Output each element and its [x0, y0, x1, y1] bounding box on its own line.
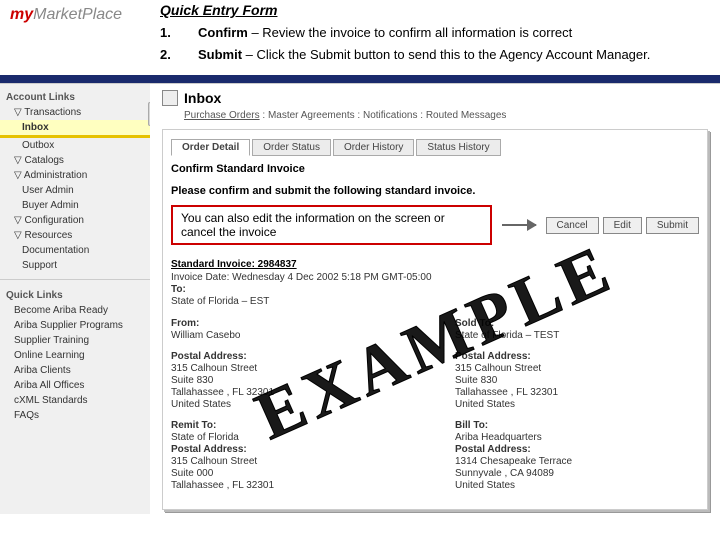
to-label: To: [171, 284, 186, 295]
addr-line: United States [171, 399, 415, 410]
sidebar-item-administration[interactable]: ▽ Administration [0, 168, 150, 183]
sidebar-item-outbox[interactable]: Outbox [0, 138, 150, 153]
bill-name: Ariba Headquarters [455, 432, 699, 443]
tab-order-status[interactable]: Order Status [252, 139, 331, 156]
step-number: 2. [160, 46, 198, 64]
sidebar-quicklink[interactable]: Ariba Supplier Programs [0, 318, 150, 333]
sidebar-item-catalogs[interactable]: ▽ Catalogs [0, 153, 150, 168]
breadcrumb-item[interactable]: Notifications [363, 110, 417, 121]
addr-line: Sunnyvale , CA 94089 [455, 468, 699, 479]
edit-note-callout: You can also edit the information on the… [171, 205, 492, 245]
step-lead: Submit [198, 47, 242, 62]
sidebar-item-buyer-admin[interactable]: Buyer Admin [0, 198, 150, 213]
sidebar-section-quicklinks: Quick Links [0, 286, 150, 303]
sidebar-item-user-admin[interactable]: User Admin [0, 183, 150, 198]
sidebar-quicklink[interactable]: cXML Standards [0, 393, 150, 408]
page-title: Quick Entry Form [160, 2, 710, 18]
sidebar-item-support[interactable]: Support [0, 258, 150, 273]
remit-postal-label: Postal Address: [171, 444, 247, 455]
tab-order-detail[interactable]: Order Detail [171, 139, 250, 156]
addr-line: 1314 Chesapeake Terrace [455, 456, 699, 467]
invoice-heading: Standard Invoice: 2984837 [171, 259, 699, 270]
breadcrumb-item[interactable]: Master Agreements [268, 110, 355, 121]
sold-postal-label: Postal Address: [455, 351, 531, 362]
step-text: – Click the Submit button to send this t… [242, 47, 650, 62]
from-label: From: [171, 318, 199, 329]
bill-label: Bill To: [455, 420, 488, 431]
inbox-icon [162, 90, 178, 106]
tabs: Order Detail Order Status Order History … [171, 138, 699, 155]
addr-line: 315 Calhoun Street [171, 456, 415, 467]
tab-status-history[interactable]: Status History [416, 139, 500, 156]
addr-line: Suite 000 [171, 468, 415, 479]
sidebar: Account Links ▽ Transactions Inbox Outbo… [0, 84, 150, 514]
from-name: William Casebo [171, 330, 415, 341]
addr-line: Tallahassee , FL 32301 [171, 387, 415, 398]
sidebar-item-documentation[interactable]: Documentation [0, 243, 150, 258]
sold-name: State of Florida – TEST [455, 330, 699, 341]
sidebar-item-transactions[interactable]: ▽ Transactions [0, 105, 150, 120]
main-content: Inbox Purchase Orders : Master Agreement… [150, 84, 720, 514]
brand-logo: myMarketPlace [10, 6, 122, 24]
from-postal-label: Postal Address: [171, 351, 247, 362]
addr-line: United States [455, 480, 699, 491]
tab-order-history[interactable]: Order History [333, 139, 414, 156]
remit-label: Remit To: [171, 420, 216, 431]
content-panel: Order Detail Order Status Order History … [162, 129, 708, 510]
to-value: State of Florida – EST [171, 296, 699, 307]
sidebar-quicklink[interactable]: Ariba All Offices [0, 378, 150, 393]
inbox-title: Inbox [184, 90, 221, 106]
sold-label: Sold To: [455, 318, 494, 329]
addr-line: United States [455, 399, 699, 410]
step-number: 1. [160, 24, 198, 42]
edit-button[interactable]: Edit [603, 217, 642, 234]
step-lead: Confirm [198, 25, 248, 40]
addr-line: 315 Calhoun Street [171, 363, 415, 374]
instruction-steps: 1. Confirm – Review the invoice to confi… [160, 24, 710, 63]
addr-line: Tallahassee , FL 32301 [455, 387, 699, 398]
bill-postal-label: Postal Address: [455, 444, 531, 455]
sidebar-quicklink[interactable]: FAQs [0, 408, 150, 423]
sidebar-item-resources[interactable]: ▽ Resources [0, 228, 150, 243]
sidebar-item-inbox[interactable]: Inbox [0, 120, 150, 138]
sidebar-quicklink[interactable]: Become Ariba Ready [0, 303, 150, 318]
addr-line: 315 Calhoun Street [455, 363, 699, 374]
panel-title: Confirm Standard Invoice [171, 163, 699, 175]
step-text: – Review the invoice to confirm all info… [248, 25, 572, 40]
sidebar-quicklink[interactable]: Ariba Clients [0, 363, 150, 378]
submit-button[interactable]: Submit [646, 217, 699, 234]
sidebar-item-configuration[interactable]: ▽ Configuration [0, 213, 150, 228]
arrow-icon [502, 224, 535, 226]
addr-line: Suite 830 [171, 375, 415, 386]
divider-bar [0, 75, 720, 83]
breadcrumb-item[interactable]: Routed Messages [426, 110, 507, 121]
breadcrumb-item[interactable]: Purchase Orders [184, 110, 260, 121]
confirmation-instruction: Please confirm and submit the following … [171, 185, 699, 197]
addr-line: Suite 830 [455, 375, 699, 386]
cancel-button[interactable]: Cancel [546, 217, 599, 234]
sidebar-quicklink[interactable]: Online Learning [0, 348, 150, 363]
sidebar-quicklink[interactable]: Supplier Training [0, 333, 150, 348]
sidebar-section-account: Account Links [0, 88, 150, 105]
breadcrumb: Purchase Orders : Master Agreements : No… [184, 110, 708, 121]
invoice-date: Invoice Date: Wednesday 4 Dec 2002 5:18 … [171, 272, 699, 283]
remit-name: State of Florida [171, 432, 415, 443]
addr-line: Tallahassee , FL 32301 [171, 480, 415, 491]
